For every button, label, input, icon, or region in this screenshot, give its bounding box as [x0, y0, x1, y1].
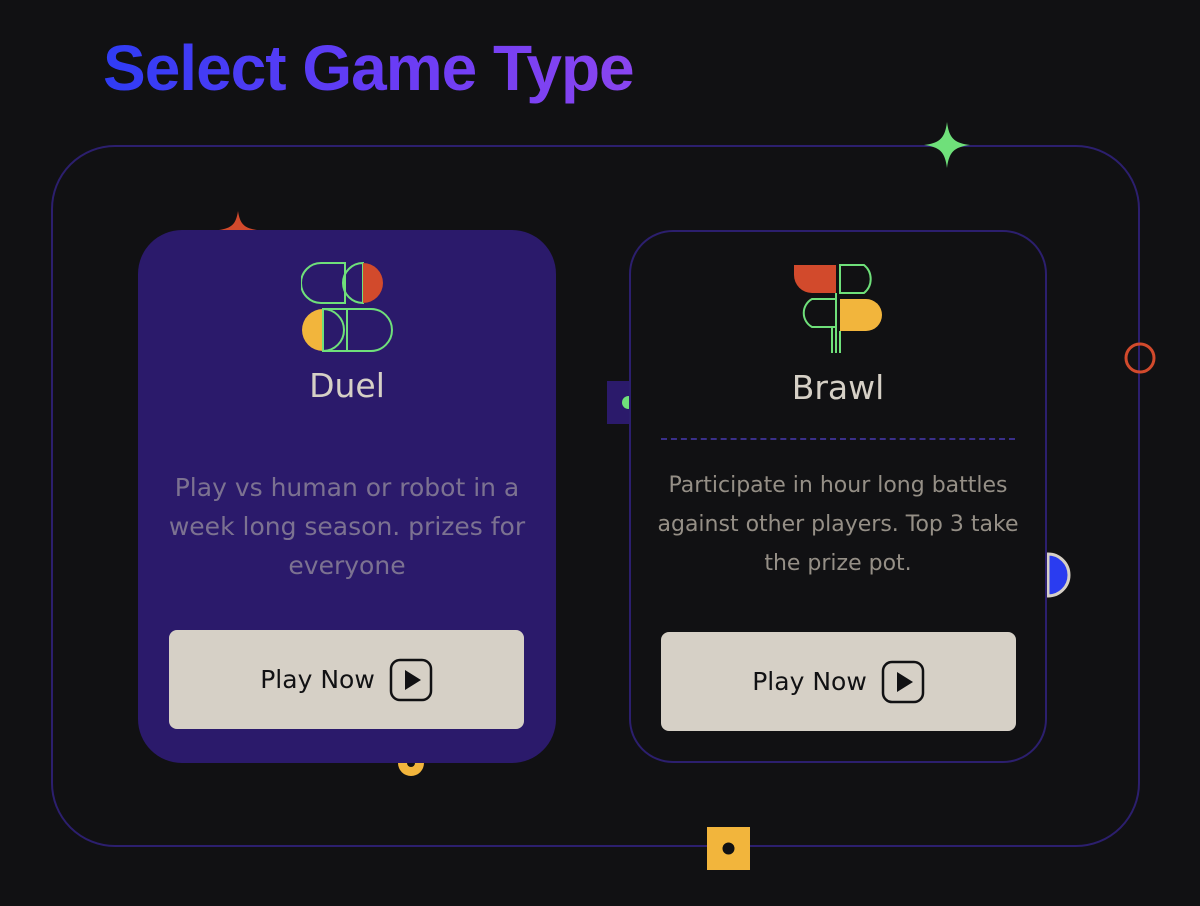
- play-now-button[interactable]: Play Now: [169, 630, 524, 729]
- card-description: Participate in hour long battles against…: [657, 473, 1019, 576]
- card-duel[interactable]: Duel Play vs human or robot in a week lo…: [138, 230, 556, 763]
- card-title: Duel: [309, 366, 385, 405]
- play-icon: [389, 658, 433, 701]
- play-now-label: Play Now: [260, 665, 375, 694]
- yellow-square-dot-icon: [707, 827, 750, 870]
- card-brawl[interactable]: Brawl Participate in hour long battles a…: [629, 230, 1047, 763]
- brawl-logo-icon: [794, 264, 882, 353]
- red-ring-icon: [1124, 342, 1156, 374]
- play-icon: [881, 660, 925, 703]
- green-sparkle-icon: [924, 122, 970, 168]
- game-type-screen: Select Game Type Duel Play vs human or r…: [0, 0, 1200, 906]
- duel-logo-icon: [301, 261, 393, 353]
- play-now-button[interactable]: Play Now: [661, 632, 1016, 731]
- dashed-divider: [661, 438, 1015, 440]
- page-title: Select Game Type: [103, 32, 635, 104]
- card-title: Brawl: [791, 368, 885, 407]
- play-now-label: Play Now: [752, 667, 867, 696]
- card-description: Play vs human or robot in a week long se…: [168, 473, 526, 580]
